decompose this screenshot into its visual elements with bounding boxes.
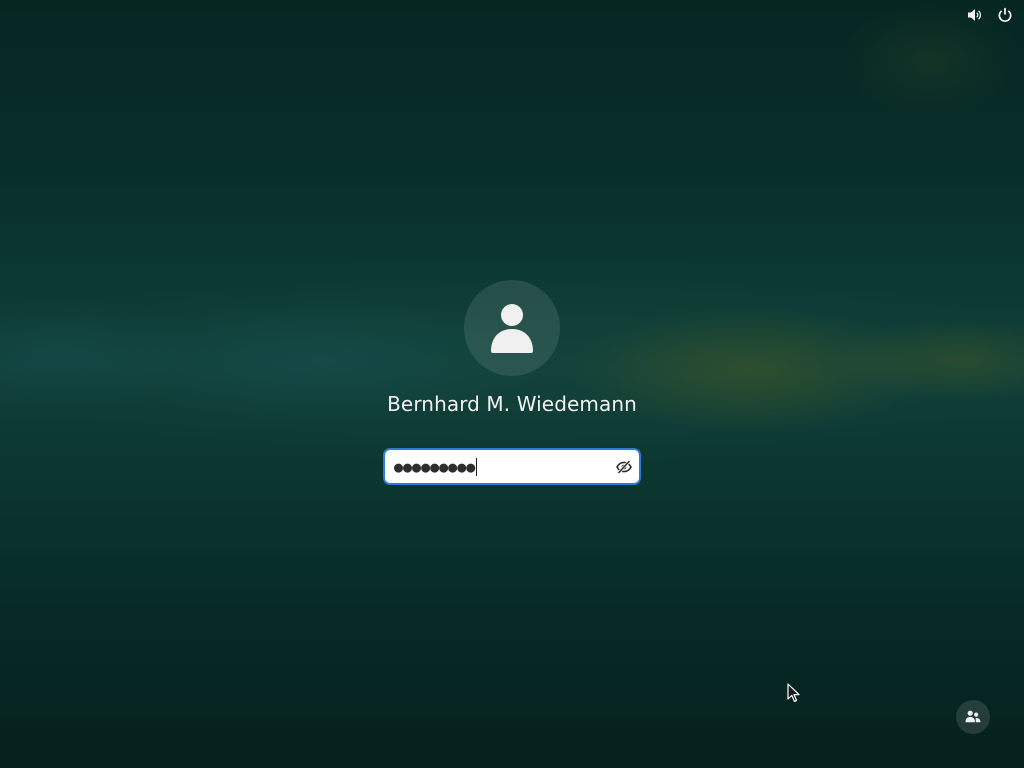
eye-slash-icon xyxy=(616,459,632,474)
reveal-password-button[interactable] xyxy=(609,450,639,483)
switch-user-icon xyxy=(965,710,981,723)
user-avatar[interactable] xyxy=(464,280,560,376)
text-caret xyxy=(476,457,478,476)
login-panel: Bernhard M. Wiedemann ●●●●●●●●● xyxy=(0,280,1024,485)
password-field[interactable]: ●●●●●●●●● xyxy=(385,450,609,483)
mouse-pointer-icon xyxy=(787,683,800,702)
switch-user-button[interactable] xyxy=(956,700,990,734)
password-entry[interactable]: ●●●●●●●●● xyxy=(383,448,641,485)
power-icon[interactable] xyxy=(996,6,1014,24)
person-icon xyxy=(491,304,533,353)
system-indicators xyxy=(966,6,1014,24)
user-name-label: Bernhard M. Wiedemann xyxy=(387,392,637,416)
volume-icon[interactable] xyxy=(966,6,984,24)
password-dots: ●●●●●●●●● xyxy=(394,457,476,476)
